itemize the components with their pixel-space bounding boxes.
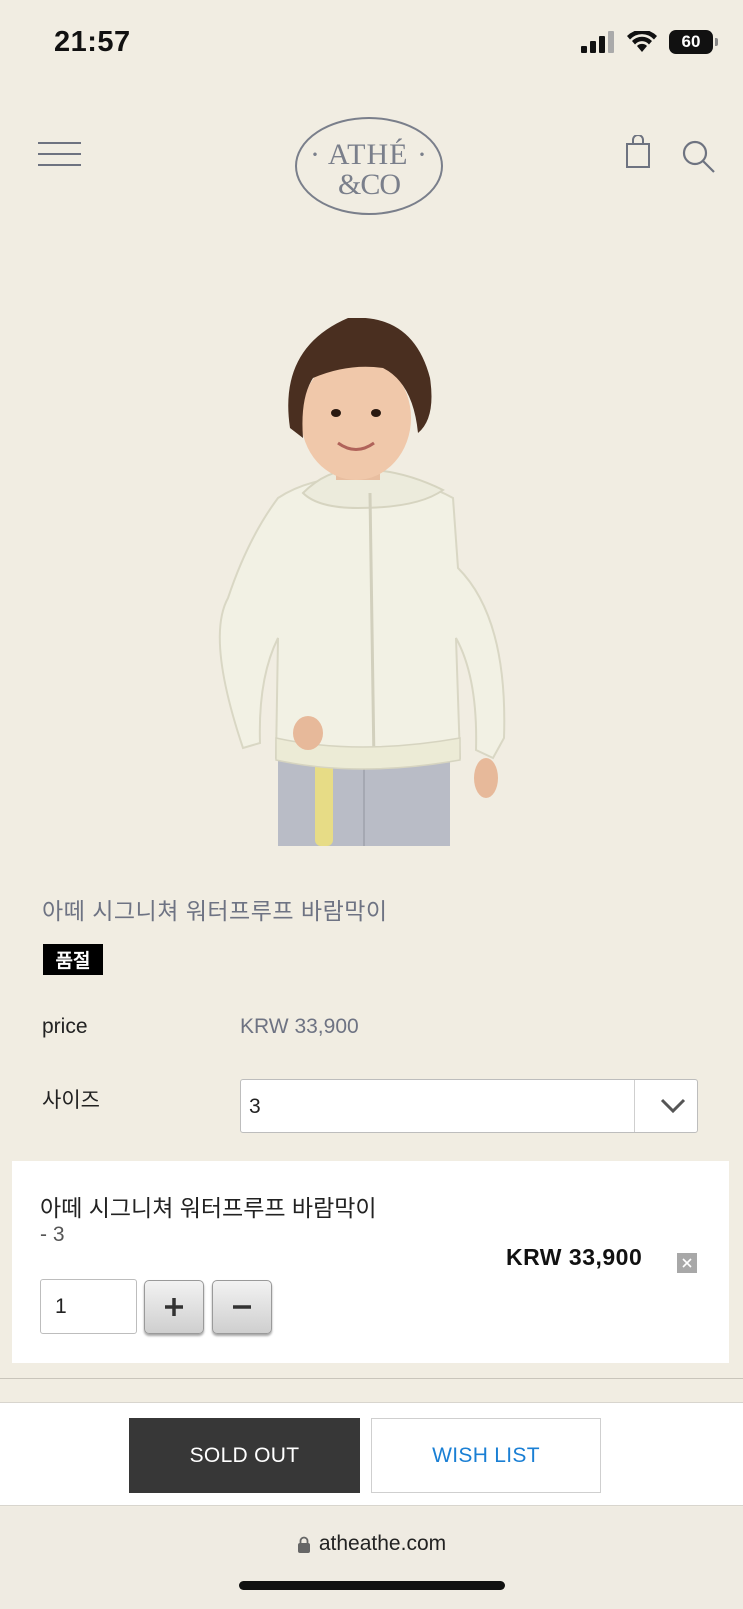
minus-icon (233, 1305, 251, 1309)
selected-option-size: - 3 (40, 1223, 65, 1246)
sold-out-badge: 품절 (43, 944, 103, 975)
battery-icon: 60 (669, 30, 718, 54)
url-text: atheathe.com (318, 1532, 447, 1555)
size-select[interactable]: 3 (240, 1079, 698, 1133)
home-indicator[interactable] (239, 1581, 505, 1590)
price-label: price (42, 1015, 88, 1038)
plus-icon (165, 1298, 183, 1316)
select-divider (634, 1080, 635, 1132)
size-label: 사이즈 (42, 1089, 100, 1112)
url-field[interactable]: atheathe.com (0, 1532, 743, 1556)
quantity-increase-button[interactable] (144, 1280, 204, 1334)
brand-logo[interactable]: · ATHÉ · &CO (294, 116, 444, 216)
quantity-decrease-button[interactable] (212, 1280, 272, 1334)
signal-icon (581, 31, 614, 53)
divider (0, 1378, 743, 1379)
status-time: 21:57 (54, 26, 131, 58)
selected-option-panel: 아떼 시그니쳐 워터프루프 바람막이 - 3 KRW 33,900 (12, 1161, 729, 1363)
chevron-down-icon (660, 1098, 686, 1114)
sold-out-button[interactable]: SOLD OUT (129, 1418, 360, 1493)
logo-text-bottom: &CO (337, 168, 401, 201)
menu-button[interactable] (38, 142, 82, 168)
selected-option-price: KRW 33,900 (506, 1244, 643, 1270)
price-value: KRW 33,900 (240, 1015, 359, 1038)
browser-url-bar: atheathe.com (0, 1507, 743, 1609)
close-icon[interactable] (677, 1253, 697, 1273)
quantity-input[interactable] (40, 1279, 137, 1334)
logo-text-top: · ATHÉ · (310, 138, 428, 171)
wish-list-button[interactable]: WISH LIST (371, 1418, 601, 1493)
product-title: 아떼 시그니쳐 워터프루프 바람막이 (42, 898, 388, 924)
search-icon[interactable] (680, 138, 716, 174)
selected-option-name: 아떼 시그니쳐 워터프루프 바람막이 (40, 1195, 377, 1221)
wifi-icon (627, 31, 657, 52)
shopping-bag-icon[interactable] (624, 135, 652, 169)
lock-icon (297, 1536, 310, 1553)
action-bar: SOLD OUT WISH LIST (0, 1402, 743, 1506)
status-icons: 60 (581, 30, 718, 54)
size-selected-value: 3 (249, 1095, 261, 1118)
product-image (218, 318, 506, 846)
